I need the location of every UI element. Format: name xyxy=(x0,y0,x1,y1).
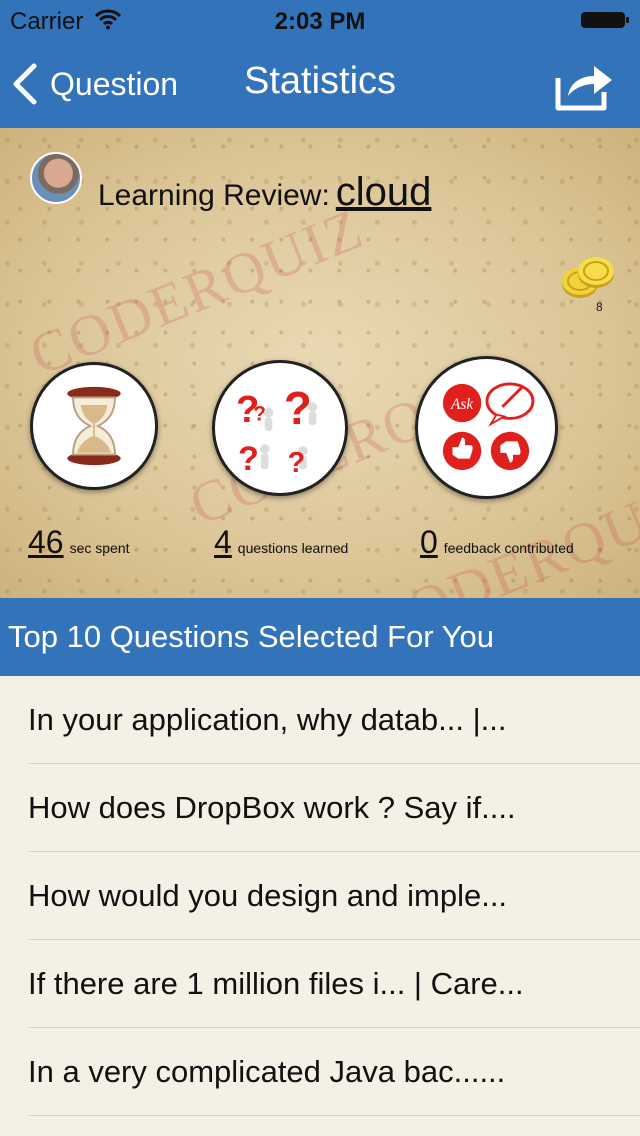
list-item[interactable]: How would you design and imple... xyxy=(0,852,640,940)
coins-icon xyxy=(562,257,614,298)
coin-count: 8 xyxy=(596,300,603,314)
ask-bubble-text: Ask xyxy=(450,396,474,413)
questions-learned-stat: 4 questions learned xyxy=(214,524,348,561)
questions-learned-label: questions learned xyxy=(237,540,349,556)
svg-text:?: ? xyxy=(284,382,312,434)
review-prefix: Learning Review: xyxy=(98,179,330,212)
statistics-panel: CODERQUIZ CODERQUIZ CODERQUIZ Learning R… xyxy=(0,128,640,598)
feedback-label: feedback contributed xyxy=(443,540,574,556)
time-spent-value: 46 xyxy=(28,524,64,560)
watermark-text: CODERQUIZ xyxy=(20,195,373,388)
list-item[interactable]: How does DropBox work ? Say if.... xyxy=(0,764,640,852)
battery-icon xyxy=(581,12,629,28)
section-header: Top 10 Questions Selected For You xyxy=(0,598,640,676)
status-time: 2:03 PM xyxy=(274,8,366,35)
time-spent-label: sec spent xyxy=(69,540,130,556)
feedback-value: 0 xyxy=(420,524,438,560)
question-marks-icon: ? ? ? ? ? xyxy=(236,382,318,479)
status-bar: Carrier 2:03 PM xyxy=(0,0,640,40)
page-title: Statistics xyxy=(243,60,397,102)
feedback-icon: Ask xyxy=(442,382,535,471)
time-spent-button[interactable] xyxy=(30,362,158,490)
share-icon[interactable] xyxy=(554,62,614,112)
questions-learned-button[interactable]: ? ? ? ? ? xyxy=(212,360,348,496)
questions-learned-value: 4 xyxy=(214,524,232,560)
list-item[interactable]: If there are 1 million files i... | Care… xyxy=(0,940,640,1028)
feedback-button[interactable]: Ask xyxy=(415,356,558,499)
list-item[interactable]: In your application, why datab... |... xyxy=(0,676,640,764)
question-list: In your application, why datab... |... H… xyxy=(0,676,640,1116)
list-item[interactable]: In a very complicated Java bac...... xyxy=(0,1028,640,1116)
time-spent-stat: 46 sec spent xyxy=(28,524,130,561)
review-topic-link[interactable]: cloud xyxy=(336,170,432,214)
svg-text:?: ? xyxy=(288,447,306,479)
review-heading: Learning Review: cloud xyxy=(98,170,431,215)
feedback-stat: 0 feedback contributed xyxy=(420,524,574,561)
avatar[interactable] xyxy=(30,152,82,204)
svg-text:?: ? xyxy=(238,440,259,478)
hourglass-icon xyxy=(67,386,121,466)
navigation-header: Carrier 2:03 PM Question Statistics xyxy=(0,0,640,128)
